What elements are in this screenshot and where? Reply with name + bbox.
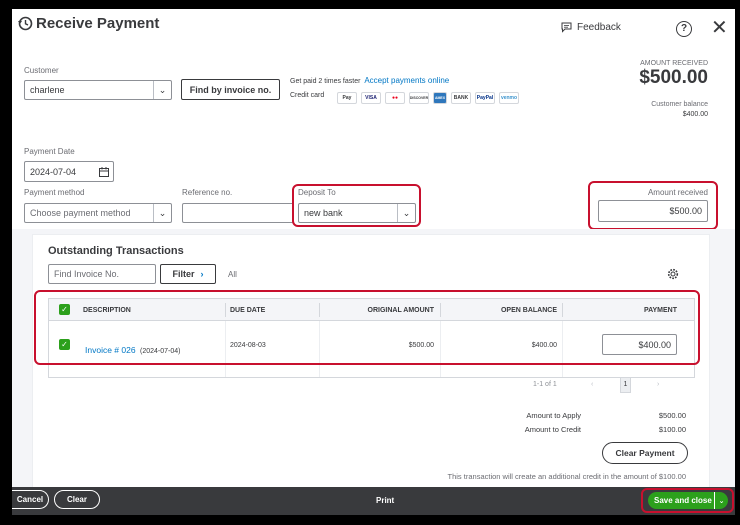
deposit-to-value: new bank — [304, 208, 343, 218]
chevron-down-icon[interactable]: ⌄ — [714, 492, 728, 509]
feedback-button[interactable]: Feedback — [561, 22, 621, 33]
filter-button[interactable]: Filter › — [160, 264, 216, 284]
calendar-icon[interactable] — [99, 167, 109, 177]
customer-value: charlene — [30, 85, 65, 95]
chevron-left-icon[interactable]: ‹ — [591, 381, 593, 388]
payment-date-input[interactable]: 2024-07-04 — [24, 161, 114, 182]
payment-date-label: Payment Date — [24, 147, 75, 156]
chevron-down-icon: ⌄ — [153, 81, 171, 99]
feedback-icon — [561, 22, 572, 33]
filter-label: Filter — [172, 269, 195, 279]
find-invoice-placeholder: Find Invoice No. — [54, 269, 120, 279]
venmo-icon: venmo — [499, 92, 519, 104]
paypal-icon: PayPal — [475, 92, 495, 104]
pagination-range: 1-1 of 1 — [533, 381, 557, 388]
accept-payments-link[interactable]: Accept payments online — [364, 76, 449, 85]
amount-received-input[interactable]: $500.00 — [598, 200, 708, 222]
payment-date-value: 2024-07-04 — [30, 166, 77, 177]
outstanding-title: Outstanding Transactions — [48, 245, 184, 257]
feedback-label: Feedback — [577, 22, 621, 33]
deposit-to-label: Deposit To — [298, 188, 336, 197]
payment-method-select[interactable]: Choose payment method ⌄ — [24, 203, 172, 223]
print-button[interactable]: Print — [376, 496, 394, 505]
reference-label: Reference no. — [182, 188, 233, 197]
amount-received-label: Amount received — [647, 188, 708, 197]
discover-icon: DISCOVER — [409, 92, 429, 104]
amount-received-value: $500.00 — [669, 206, 702, 216]
cancel-button[interactable]: Cancel — [12, 490, 49, 509]
amount-to-apply-value: $500.00 — [658, 411, 686, 420]
chevron-down-icon: ⌄ — [397, 204, 415, 222]
credit-note: This transaction will create an addition… — [447, 472, 686, 481]
page-title: Receive Payment — [36, 15, 160, 32]
close-icon[interactable]: ✕ — [711, 18, 728, 38]
chevron-right-icon: › — [200, 269, 204, 279]
amex-icon: AMEX — [433, 92, 447, 104]
amount-received-total: $500.00 — [639, 67, 708, 88]
chevron-right-icon[interactable]: › — [657, 381, 659, 388]
page-number[interactable]: 1 — [620, 377, 631, 393]
history-icon[interactable] — [17, 15, 33, 31]
promo-text: Get paid 2 times faster Accept payments … — [290, 76, 449, 85]
amount-to-credit-value: $100.00 — [658, 425, 686, 434]
footer-bar: Cancel Clear Print Save and close ⌄ — [12, 487, 735, 515]
amount-to-credit-label: Amount to Credit — [524, 425, 581, 434]
amount-received-summary-label: AMOUNT RECEIVED — [640, 60, 708, 67]
customer-balance-value: $400.00 — [682, 111, 708, 118]
payment-method-label: Payment method — [24, 188, 85, 197]
find-invoice-input[interactable]: Find Invoice No. — [48, 264, 156, 284]
mastercard-icon: ●● — [385, 92, 405, 104]
chevron-down-icon: ⌄ — [153, 204, 171, 222]
filter-all-label: All — [228, 270, 237, 279]
bank-icon: BANK — [451, 92, 471, 104]
customer-balance-label: Customer balance — [651, 101, 708, 108]
credit-card-label: Credit card — [290, 92, 325, 99]
deposit-to-select[interactable]: new bank ⌄ — [298, 203, 416, 223]
customer-select[interactable]: charlene ⌄ — [24, 80, 172, 100]
transactions-highlight — [34, 290, 700, 365]
find-by-invoice-button[interactable]: Find by invoice no. — [181, 79, 280, 100]
card-logos: Pay VISA ●● DISCOVER AMEX BANK PayPal ve… — [337, 92, 519, 104]
save-and-close-button[interactable]: Save and close ⌄ — [648, 492, 728, 509]
clear-button[interactable]: Clear — [54, 490, 100, 509]
customer-label: Customer — [24, 66, 59, 75]
gear-icon[interactable] — [667, 268, 679, 280]
apple-pay-icon: Pay — [337, 92, 357, 104]
payment-method-placeholder: Choose payment method — [30, 208, 131, 218]
clear-payment-button[interactable]: Clear Payment — [602, 442, 688, 464]
save-and-close-label: Save and close — [654, 496, 712, 505]
visa-icon: VISA — [361, 92, 381, 104]
promo-tagline: Get paid 2 times faster — [290, 78, 361, 85]
reference-input[interactable] — [182, 203, 294, 223]
receive-payment-window: Receive Payment Feedback ? ✕ Customer ch… — [12, 9, 735, 515]
help-icon[interactable]: ? — [676, 21, 692, 37]
amount-to-apply-label: Amount to Apply — [526, 411, 581, 420]
